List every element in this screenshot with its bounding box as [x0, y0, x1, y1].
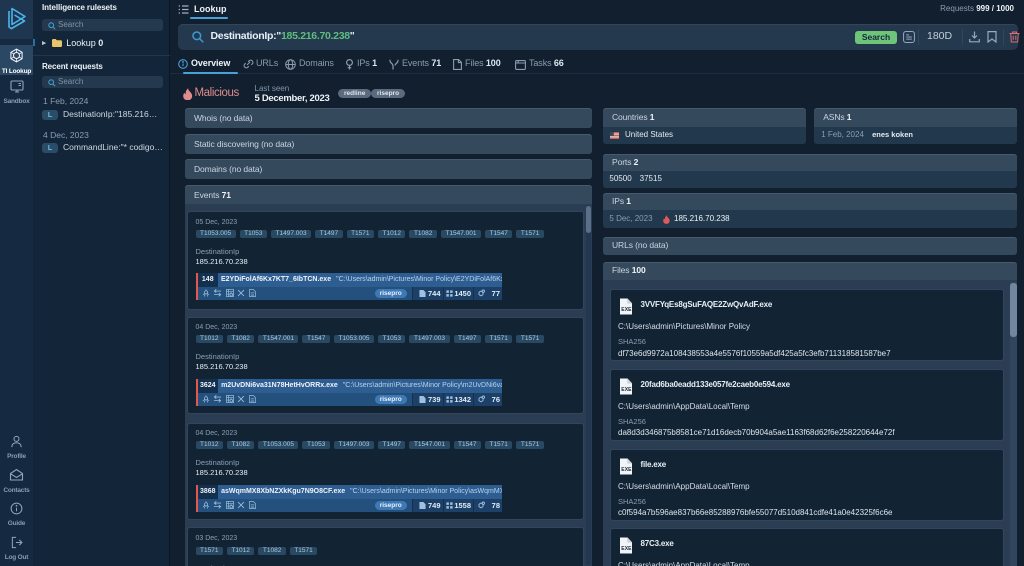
- svg-text:EXE: EXE: [621, 387, 632, 393]
- svg-text:EXE: EXE: [621, 467, 632, 473]
- svg-text:EXE: EXE: [621, 307, 632, 313]
- svg-text:EXE: EXE: [621, 546, 632, 552]
